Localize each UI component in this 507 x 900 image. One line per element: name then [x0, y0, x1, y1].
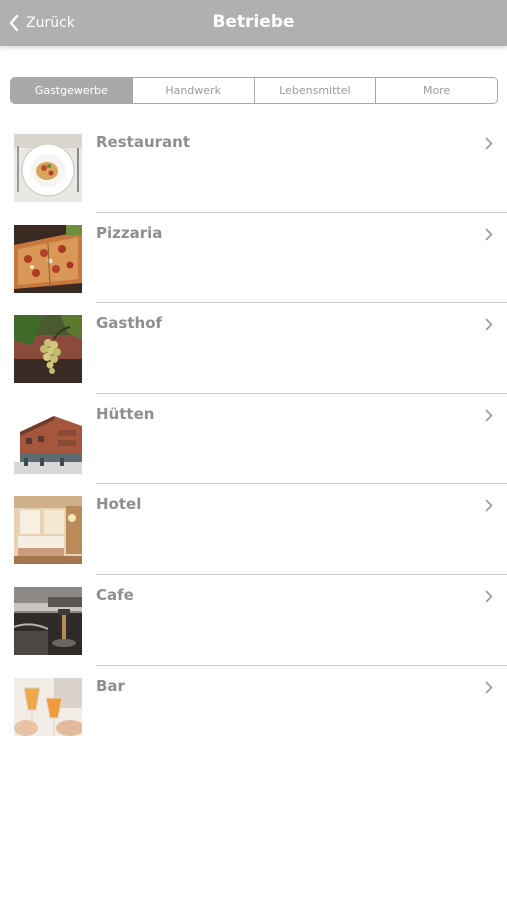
- chevron-right-icon: [485, 409, 493, 422]
- cafe-thumbnail: [14, 586, 82, 655]
- navigation-bar: Zurück Betriebe: [0, 0, 507, 46]
- pizzaria-thumbnail: [14, 224, 82, 293]
- chevron-right-icon: [485, 681, 493, 694]
- business-list: Restaurant Pizzaria Gasthof Hütten Hotel…: [0, 122, 507, 756]
- list-item-hotel[interactable]: Hotel: [0, 484, 507, 575]
- tab-handwerk[interactable]: Handwerk: [132, 78, 255, 103]
- bar-thumbnail: [14, 677, 82, 746]
- chevron-right-icon: [485, 318, 493, 331]
- list-item-gasthof[interactable]: Gasthof: [0, 303, 507, 394]
- gasthof-thumbnail: [14, 315, 82, 384]
- list-item-cafe[interactable]: Cafe: [0, 575, 507, 666]
- tab-gastgewerbe[interactable]: Gastgewerbe: [11, 78, 133, 103]
- tab-more[interactable]: More: [376, 78, 497, 103]
- chevron-right-icon: [485, 590, 493, 603]
- list-item-pizzaria[interactable]: Pizzaria: [0, 213, 507, 304]
- list-item-label: Bar: [96, 676, 125, 695]
- list-item-huetten[interactable]: Hütten: [0, 394, 507, 485]
- list-item-label: Cafe: [96, 585, 134, 604]
- huetten-thumbnail: [14, 405, 82, 474]
- hotel-thumbnail: [14, 496, 82, 565]
- list-item-label: Restaurant: [96, 133, 190, 151]
- list-item-restaurant[interactable]: Restaurant: [0, 122, 507, 213]
- list-item-label: Hotel: [96, 495, 142, 514]
- category-segmented-control: Gastgewerbe Handwerk Lebensmittel More: [10, 77, 498, 104]
- chevron-right-icon: [485, 499, 493, 512]
- list-item-label: Gasthof: [96, 314, 163, 333]
- page-title: Betriebe: [212, 12, 295, 32]
- chevron-right-icon: [485, 137, 493, 150]
- list-item-label: Hütten: [96, 404, 155, 423]
- chevron-right-icon: [485, 228, 493, 241]
- restaurant-thumbnail: [14, 134, 82, 202]
- tab-lebensmittel[interactable]: Lebensmittel: [254, 78, 377, 103]
- list-item-label: Pizzaria: [96, 223, 163, 242]
- list-item-bar[interactable]: Bar: [0, 666, 507, 757]
